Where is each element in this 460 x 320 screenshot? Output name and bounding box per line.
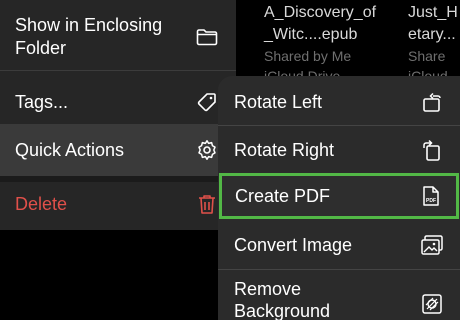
delete-item[interactable]: Delete [0,178,236,230]
trash-icon [196,193,218,215]
create-pdf-item[interactable]: Create PDF PDF [219,173,459,219]
file-item[interactable]: A_Discovery_of _Witc....epub Shared by M… [264,2,394,86]
rotate-right-icon [420,138,444,162]
remove-background-icon [420,292,444,316]
submenu-item-label: Create PDF [235,185,331,206]
menu-item-label: Quick Actions [15,139,125,160]
file-name-line2: _Witc....epub [264,26,358,43]
pdf-icon: PDF [419,184,443,208]
submenu-divider [218,269,460,270]
file-item[interactable]: Just_H etary... Share iCloud [408,2,460,86]
menu-item-label: Show in Enclosing Folder [15,15,163,58]
file-shared-status: Share [408,48,446,64]
context-menu: Show in Enclosing Folder Tags... Quick A… [0,0,236,230]
photos-icon [420,233,444,257]
file-name-line1: A_Discovery_of [264,4,377,21]
rotate-left-icon [420,90,444,114]
quick-actions-item[interactable]: Quick Actions [0,124,236,176]
quick-actions-submenu: Rotate Left Rotate Right Create PDF PDF … [218,76,460,320]
rotate-left-item[interactable]: Rotate Left [218,78,460,126]
show-in-enclosing-folder-item[interactable]: Show in Enclosing Folder [0,8,236,66]
folder-icon [196,26,218,48]
tags-item[interactable]: Tags... [0,76,236,128]
submenu-item-label: Convert Image [234,234,353,255]
convert-image-item[interactable]: Convert Image [218,221,460,269]
file-shared-status: Shared by Me [264,48,352,64]
tag-icon [196,91,218,113]
remove-background-item[interactable]: Remove Background [218,272,460,320]
rotate-right-item[interactable]: Rotate Right [218,126,460,174]
submenu-item-label: Rotate Left [234,91,323,112]
file-name-line1: Just_H [408,4,458,21]
submenu-item-label: Remove Background [234,279,331,320]
menu-divider [0,70,236,71]
pdf-icon-label: PDF [426,198,436,204]
submenu-item-label: Rotate Right [234,139,335,160]
gear-icon [196,139,218,161]
file-name-line2: etary... [408,26,456,43]
menu-item-label: Tags... [15,91,69,112]
menu-item-label: Delete [15,193,68,214]
